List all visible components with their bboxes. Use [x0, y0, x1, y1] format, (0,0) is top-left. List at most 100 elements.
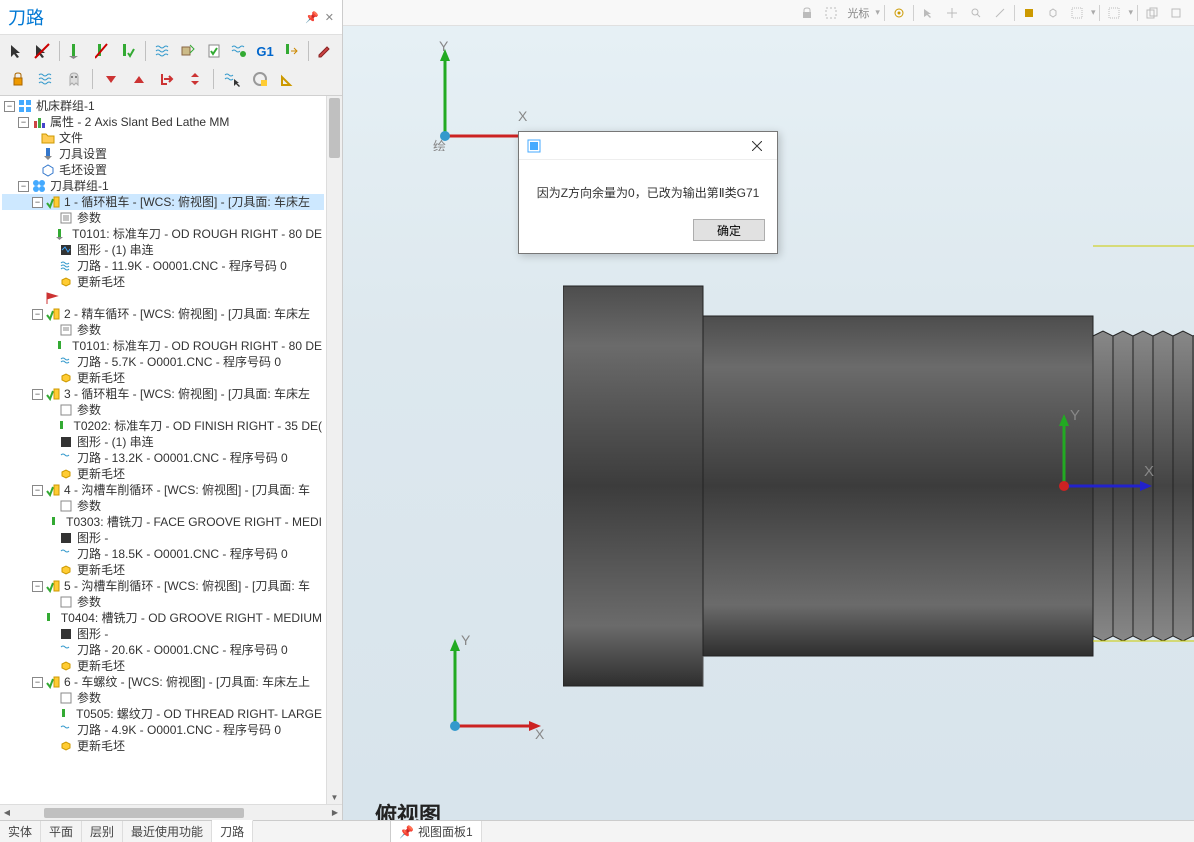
tool-icon — [47, 514, 63, 530]
svg-text:X: X — [518, 108, 528, 124]
lock-small-icon[interactable] — [797, 3, 817, 23]
path-icon — [58, 722, 74, 738]
axis-gnomon-bl: Y X — [443, 631, 553, 746]
tool-group-icon — [31, 178, 47, 194]
geom-icon — [58, 530, 74, 546]
toolpath-panel: 刀路 📌 ✕ G1 — [0, 0, 343, 820]
viewport-area: 光标 ▾ ▾ ▾ — [343, 0, 1194, 820]
dialog-app-icon — [527, 139, 541, 153]
line-icon[interactable] — [990, 3, 1010, 23]
params-icon — [58, 594, 74, 610]
axis-gnomon-right: Y X — [1014, 406, 1164, 541]
params-icon — [58, 210, 74, 226]
tab-recent[interactable]: 最近使用功能 — [123, 821, 212, 842]
clipboard-icon[interactable] — [203, 39, 225, 63]
op-icon — [45, 194, 61, 210]
expand-icon[interactable]: − — [32, 485, 43, 496]
update-stock-icon — [58, 466, 74, 482]
vertical-scrollbar[interactable]: ▲ ▼ — [326, 96, 342, 804]
expand-icon[interactable]: − — [32, 389, 43, 400]
expand-icon[interactable]: − — [32, 581, 43, 592]
cube-icon[interactable] — [1043, 3, 1063, 23]
cross-icon[interactable] — [942, 3, 962, 23]
angle-icon[interactable] — [276, 67, 300, 91]
dialog-message: 因为Z方向余量为0，已改为输出第Ⅱ类G71 — [519, 160, 777, 211]
svg-text:X: X — [535, 726, 545, 741]
update-stock-icon — [58, 738, 74, 754]
expand-icon[interactable]: − — [32, 677, 43, 688]
grid-icon[interactable] — [1104, 3, 1124, 23]
path-icon — [58, 450, 74, 466]
properties-icon — [31, 114, 47, 130]
edit-icon[interactable] — [314, 39, 336, 63]
tab-layer[interactable]: 层别 — [82, 821, 123, 842]
dialog-titlebar[interactable] — [519, 132, 777, 160]
arrow-icon[interactable] — [918, 3, 938, 23]
cursor-label: 光标 — [847, 5, 869, 21]
expand-icon[interactable]: − — [32, 309, 43, 320]
zoom-icon[interactable] — [966, 3, 986, 23]
expand-icon[interactable]: − — [18, 117, 29, 128]
tool-check-icon[interactable] — [117, 39, 139, 63]
display-icon[interactable] — [1067, 3, 1087, 23]
tool-icon — [53, 226, 69, 242]
tool-red-icon[interactable] — [92, 39, 114, 63]
svg-text:Y: Y — [461, 632, 471, 648]
expand-icon[interactable]: − — [32, 197, 43, 208]
tool-green-icon[interactable] — [66, 39, 88, 63]
bracket-arrow-icon[interactable] — [155, 67, 179, 91]
machine-group-icon — [17, 98, 33, 114]
geom-icon — [58, 626, 74, 642]
panel-title: 刀路 — [8, 4, 44, 30]
stock-label[interactable]: 更新毛坯 — [77, 273, 125, 291]
svg-text:Y: Y — [439, 41, 449, 54]
solid-icon[interactable] — [1019, 3, 1039, 23]
clip-icon[interactable] — [1166, 3, 1186, 23]
waves-dot-icon[interactable] — [229, 39, 251, 63]
tab-toolpath[interactable]: 刀路 — [212, 820, 253, 842]
tab-solid[interactable]: 实体 — [0, 821, 41, 842]
geom-icon — [58, 434, 74, 450]
viewport-tab-1[interactable]: 📌视图面板1 — [391, 821, 482, 842]
cursor-icon[interactable] — [821, 3, 841, 23]
updown-icon[interactable] — [183, 67, 207, 91]
waves-icon[interactable] — [152, 39, 174, 63]
stock-label[interactable]: 更新毛坯 — [77, 737, 125, 755]
copy-icon[interactable] — [1142, 3, 1162, 23]
ghost-icon[interactable] — [62, 67, 86, 91]
dialog-ok-button[interactable]: 确定 — [693, 219, 765, 241]
circle-yellow-icon[interactable] — [248, 67, 272, 91]
panel-header: 刀路 📌 ✕ — [0, 0, 342, 35]
waves2-icon[interactable] — [34, 67, 58, 91]
op-icon — [45, 306, 61, 322]
dialog-close-button[interactable] — [743, 136, 771, 156]
svg-text:X: X — [1144, 463, 1154, 480]
operations-tree[interactable]: −机床群组-1 −属性 - 2 Axis Slant Bed Lathe MM … — [0, 96, 326, 804]
lock-icon[interactable] — [6, 67, 30, 91]
params-icon — [58, 498, 74, 514]
tool-icon — [42, 610, 58, 626]
op-icon — [45, 386, 61, 402]
stock-icon — [40, 162, 56, 178]
select-icon[interactable] — [6, 39, 28, 63]
3d-viewport[interactable]: Y X 绘 — [343, 26, 1194, 820]
down-triangle-icon[interactable] — [99, 67, 123, 91]
tab-plane[interactable]: 平面 — [41, 821, 82, 842]
expand-icon[interactable]: − — [4, 101, 15, 112]
path-icon — [58, 642, 74, 658]
g1-icon[interactable]: G1 — [254, 39, 276, 63]
tool-settings-icon — [40, 146, 56, 162]
box-arrow-icon[interactable] — [177, 39, 199, 63]
horizontal-scrollbar[interactable]: ◀ ▶ — [0, 804, 342, 820]
tool-arrow-icon[interactable] — [280, 39, 302, 63]
pin-icon[interactable]: 📌 — [305, 11, 319, 24]
gear-icon[interactable] — [889, 3, 909, 23]
close-icon[interactable]: ✕ — [325, 11, 334, 24]
expand-icon[interactable]: − — [18, 181, 29, 192]
waves-select-icon[interactable] — [220, 67, 244, 91]
deselect-icon[interactable] — [32, 39, 54, 63]
params-icon — [58, 322, 74, 338]
folder-icon — [40, 130, 56, 146]
update-stock-icon — [58, 562, 74, 578]
up-triangle-icon[interactable] — [127, 67, 151, 91]
